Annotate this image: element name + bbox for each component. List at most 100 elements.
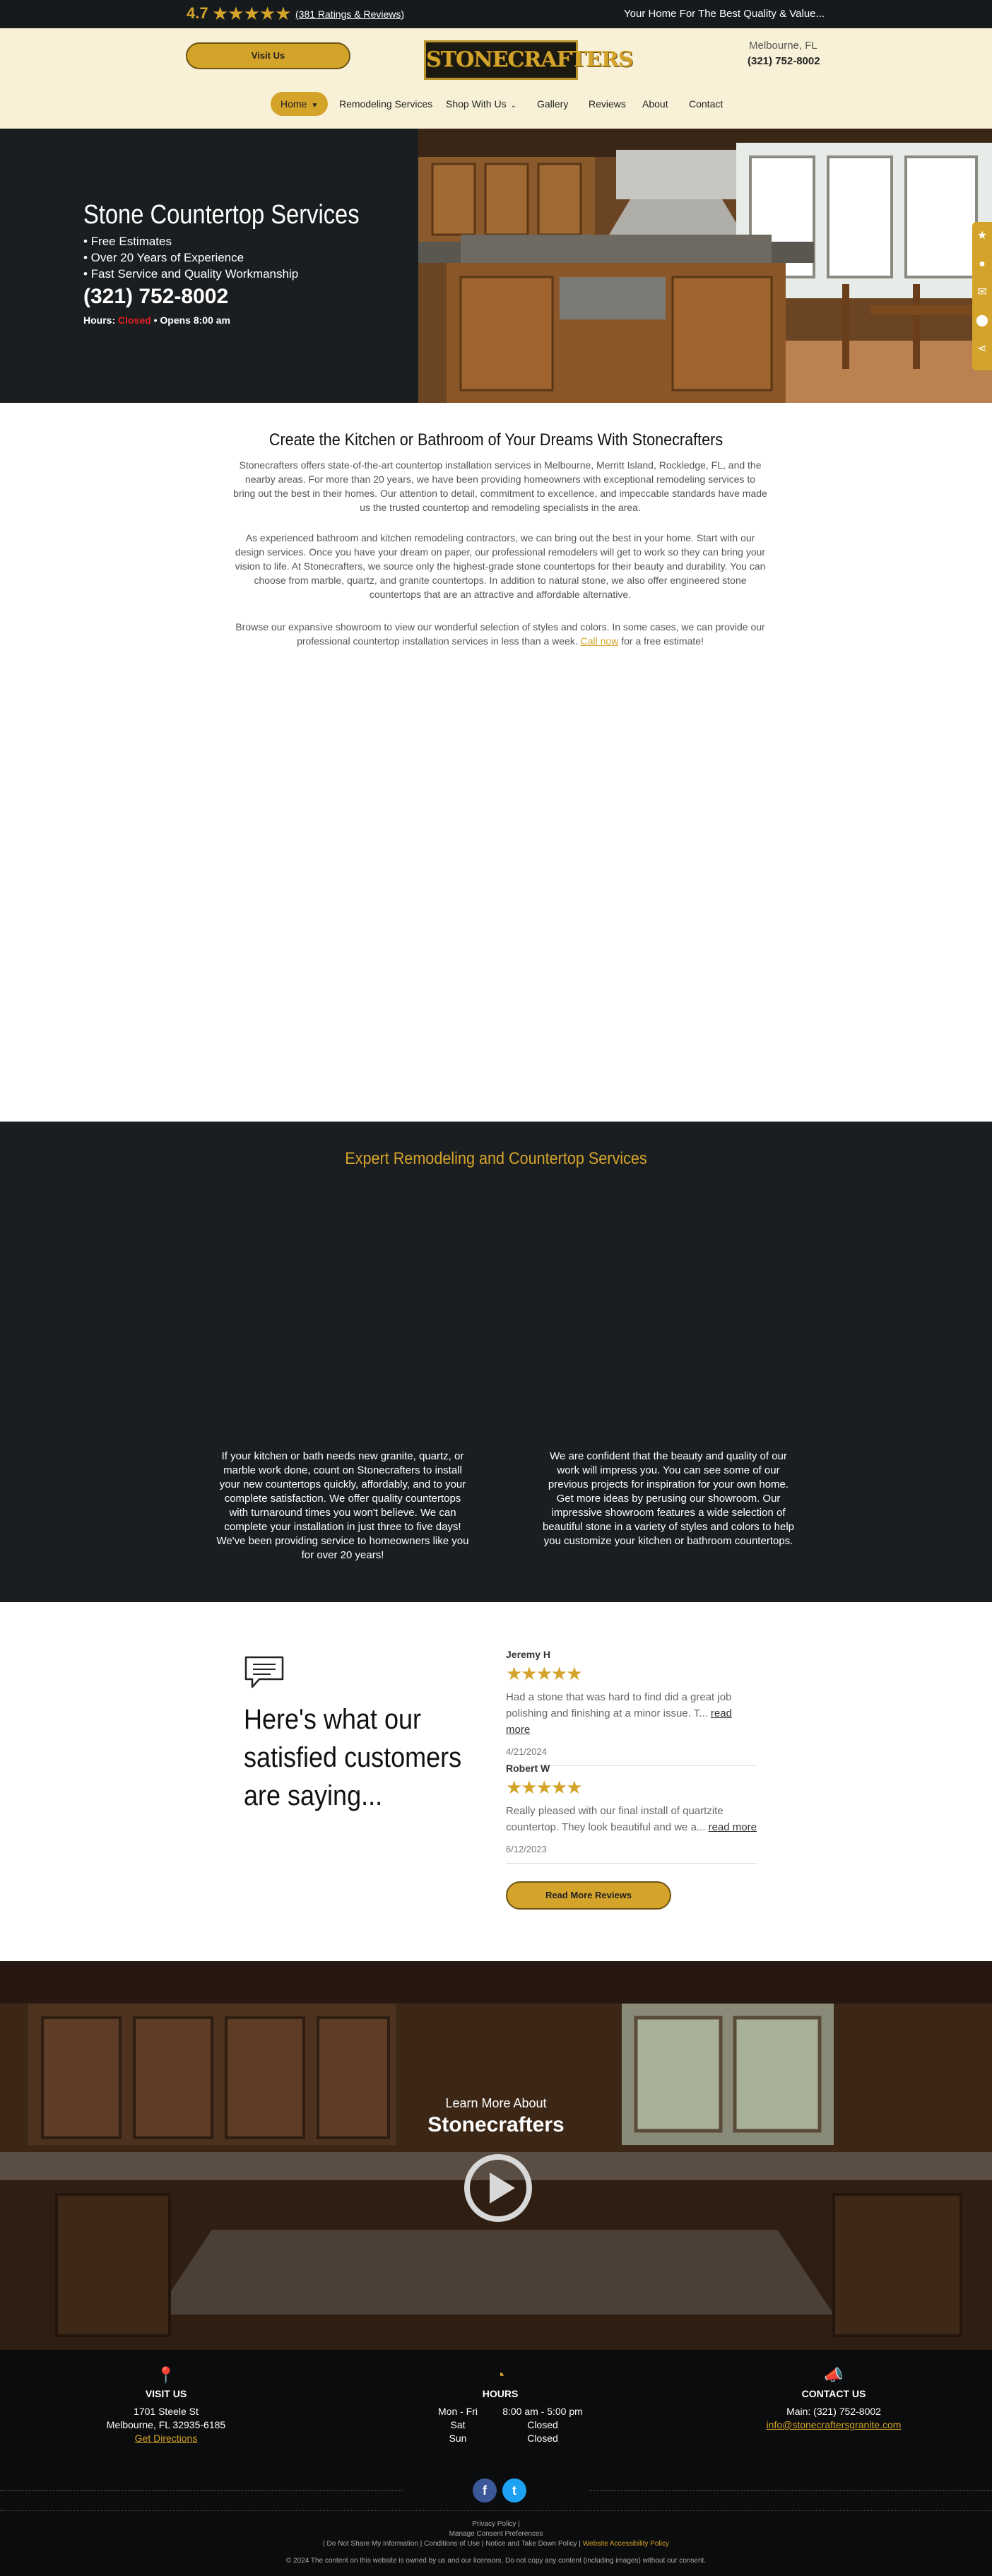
hours-time: Closed bbox=[527, 2433, 558, 2444]
review-body: Had a stone that was hard to find did a … bbox=[506, 1691, 732, 1719]
hero-hours: Hours: Closed • Opens 8:00 am bbox=[83, 314, 230, 326]
hero-phone[interactable]: (321) 752-8002 bbox=[83, 285, 228, 309]
logo[interactable]: STONECRAFTERS bbox=[424, 40, 634, 80]
address-line: 1701 Steele St bbox=[134, 2406, 199, 2417]
review-stars-icon: ★★★★★ bbox=[506, 1777, 583, 1798]
intro-paragraph: Stonecrafters offers state-of-the-art co… bbox=[233, 459, 767, 513]
reviews-heading: Here's what our satisfied customers are … bbox=[244, 1704, 462, 1811]
hero-bullet: • Fast Service and Quality Workmanship bbox=[83, 267, 299, 281]
footer-heading: HOURS bbox=[482, 2388, 519, 2399]
manage-consent-link[interactable]: Manage Consent Preferences bbox=[449, 2530, 543, 2538]
top-bar bbox=[0, 0, 992, 28]
chevron-down-icon: ▼ bbox=[311, 102, 319, 110]
nav-reviews[interactable]: Reviews bbox=[589, 92, 626, 116]
hours-row: Sat Closed bbox=[415, 2418, 585, 2432]
copyright: © 2024 The content on this website is ow… bbox=[285, 2557, 707, 2565]
legal-line: Privacy Policy | bbox=[0, 2520, 992, 2528]
hours-row: Mon - Fri 8:00 am - 5:00 pm bbox=[415, 2405, 585, 2418]
map-pin-icon: 📍 bbox=[156, 2366, 176, 2384]
contact-email-link[interactable]: info@stonecraftersgranite.com bbox=[767, 2419, 902, 2430]
divider bbox=[0, 2490, 403, 2491]
chevron-down-icon: ⌄ bbox=[510, 102, 516, 110]
header-location: Melbourne, FL bbox=[749, 40, 817, 52]
read-more-link[interactable]: read more bbox=[709, 1821, 757, 1833]
privacy-policy-link[interactable]: Privacy Policy | bbox=[472, 2520, 520, 2528]
clock-icon: ◔ bbox=[495, 2366, 505, 2384]
hours-day: Sun bbox=[449, 2433, 467, 2444]
rating-score: 4.7 bbox=[187, 4, 208, 22]
hero-bullet: • Over 20 Years of Experience bbox=[83, 251, 244, 264]
nav-remodeling-services[interactable]: Remodeling Services bbox=[339, 92, 432, 116]
review-stars-icon: ★★★★★ bbox=[506, 1663, 583, 1684]
nav-contact[interactable]: Contact bbox=[689, 92, 723, 116]
review-text: Really pleased with our final install of… bbox=[506, 1803, 757, 1835]
divider bbox=[0, 2510, 992, 2511]
review-body: Really pleased with our final install of… bbox=[506, 1805, 724, 1833]
chat-icon[interactable]: ● bbox=[975, 257, 989, 271]
nav-label: Gallery bbox=[537, 98, 569, 110]
accessibility-policy-link[interactable]: Website Accessibility Policy bbox=[583, 2540, 669, 2548]
call-now-link[interactable]: Call now bbox=[581, 635, 619, 647]
nav-home[interactable]: Home ▼ bbox=[271, 92, 329, 116]
expert-right-text: We are confident that the beauty and qua… bbox=[542, 1450, 795, 1547]
divider bbox=[589, 2490, 992, 2491]
ratings-reviews-link[interactable]: (381 Ratings & Reviews) bbox=[295, 8, 404, 20]
reviewer-name: Jeremy H bbox=[506, 1649, 551, 1660]
expert-section bbox=[0, 1122, 992, 1602]
expert-title: Expert Remodeling and Countertop Service… bbox=[345, 1149, 647, 1168]
nav-about[interactable]: About bbox=[642, 92, 668, 116]
header-phone[interactable]: (321) 752-8002 bbox=[748, 55, 820, 67]
megaphone-icon: 📣 bbox=[824, 2366, 844, 2384]
nav-label: Reviews bbox=[589, 98, 626, 110]
nav-gallery[interactable]: Gallery bbox=[537, 92, 568, 116]
video-subtitle: Learn More About bbox=[445, 2096, 547, 2110]
nav-label: Remodeling Services bbox=[339, 98, 433, 110]
expert-left-text: If your kitchen or bath needs new granit… bbox=[216, 1450, 469, 1561]
hours-day: Mon - Fri bbox=[438, 2406, 478, 2417]
intro-paragraph: As experienced bathroom and kitchen remo… bbox=[235, 532, 766, 600]
footer-hours: ◔ HOURS Mon - Fri 8:00 am - 5:00 pm Sat Cl… bbox=[415, 2365, 585, 2445]
read-more-reviews-button[interactable]: Read More Reviews bbox=[506, 1881, 671, 1910]
reviewer-name: Robert W bbox=[506, 1763, 550, 1774]
play-icon[interactable] bbox=[463, 2153, 533, 2223]
mail-icon[interactable]: ✉ bbox=[975, 286, 989, 300]
review-card: Jeremy H ★★★★★ Had a stone that was hard… bbox=[506, 1649, 757, 1766]
intro-title: Create the Kitchen or Bathroom of Your D… bbox=[268, 430, 724, 449]
intro-text: for a free estimate! bbox=[618, 635, 704, 647]
review-text: Had a stone that was hard to find did a … bbox=[506, 1689, 757, 1738]
legal-line: | Do Not Share My Information | Conditio… bbox=[0, 2540, 992, 2548]
nav-label: Contact bbox=[689, 98, 724, 110]
legal-links[interactable]: | Do Not Share My Information | Conditio… bbox=[323, 2540, 583, 2548]
nav-label: About bbox=[642, 98, 668, 110]
star-icon[interactable]: ★ bbox=[975, 229, 989, 243]
divider bbox=[506, 1863, 757, 1864]
twitter-icon[interactable]: t bbox=[502, 2478, 526, 2503]
tagline: Your Home For The Best Quality & Value..… bbox=[624, 8, 825, 20]
hours-time: 8:00 am - 5:00 pm bbox=[502, 2406, 583, 2417]
rating-stars-icon: ★★★★★ bbox=[212, 3, 292, 24]
review-card: Robert W ★★★★★ Really pleased with our f… bbox=[506, 1763, 757, 1864]
nav-shop-with-us[interactable]: Shop With Us ⌄ bbox=[446, 92, 516, 116]
footer-contact: 📣 CONTACT US Main: (321) 752-8002 info@s… bbox=[749, 2365, 919, 2432]
message-icon bbox=[244, 1656, 284, 1688]
nav-label: Shop With Us bbox=[446, 98, 507, 110]
map-pin-icon[interactable]: ⬤ bbox=[975, 314, 989, 328]
nav-label: Home bbox=[281, 98, 307, 110]
hero-panel bbox=[0, 129, 418, 403]
hours-time: Closed bbox=[527, 2419, 558, 2430]
visit-us-button[interactable]: Visit Us bbox=[186, 42, 350, 69]
contact-phone[interactable]: Main: (321) 752-8002 bbox=[749, 2405, 919, 2418]
hero-title: Stone Countertop Services bbox=[83, 200, 360, 230]
hero-bullet: • Free Estimates bbox=[83, 235, 172, 248]
review-date: 6/12/2023 bbox=[506, 1844, 547, 1854]
legal-line: Manage Consent Preferences bbox=[0, 2530, 992, 2538]
hours-row: Sun Closed bbox=[415, 2432, 585, 2445]
intro-paragraph: Browse our expansive showroom to view ou… bbox=[233, 620, 767, 648]
hours-label: Hours: bbox=[83, 314, 116, 326]
facebook-icon[interactable]: f bbox=[473, 2478, 497, 2503]
kitchen-photo bbox=[418, 129, 992, 403]
footer-visit: 📍 VISIT US 1701 Steele St Melbourne, FL … bbox=[92, 2365, 240, 2445]
share-icon[interactable]: ⋖ bbox=[975, 342, 989, 356]
get-directions-link[interactable]: Get Directions bbox=[135, 2433, 198, 2444]
review-date: 4/21/2024 bbox=[506, 1746, 547, 1757]
